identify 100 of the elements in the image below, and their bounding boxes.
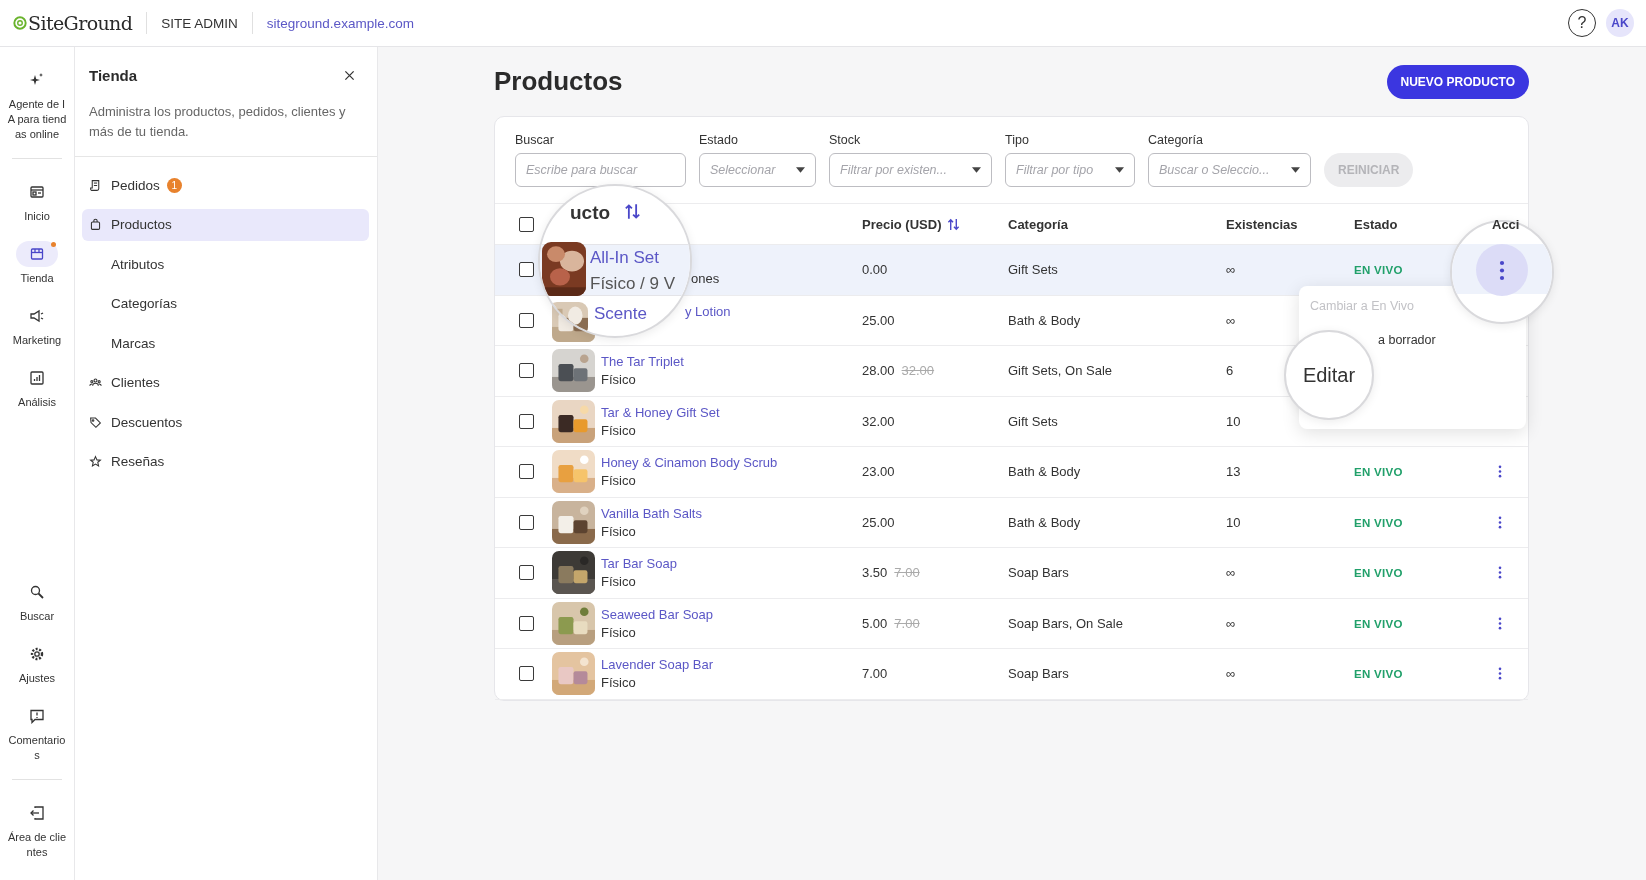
product-name-link[interactable]: Honey & Cinamon Body Scrub <box>601 455 778 471</box>
row-checkbox[interactable] <box>519 565 534 581</box>
rail-label[interactable]: Agente de IA para tiendas online <box>6 97 68 142</box>
rail-label[interactable]: Inicio <box>6 209 68 224</box>
stock-text: ∞ <box>1226 565 1236 581</box>
more-icon <box>1499 259 1505 281</box>
row-checkbox[interactable] <box>519 464 534 480</box>
more-icon <box>1498 515 1502 529</box>
old-price-text: 7.00 <box>894 615 920 631</box>
rail-label[interactable]: Área de clientes <box>6 830 68 860</box>
panel-nav-item[interactable]: Marcas <box>82 327 369 359</box>
logo-icon <box>13 16 27 30</box>
close-icon[interactable] <box>344 70 355 81</box>
product-name-link[interactable]: Tar & Honey Gift Set <box>601 404 720 420</box>
row-checkbox[interactable] <box>519 615 534 631</box>
category-text: Soap Bars <box>1008 666 1069 682</box>
exit-icon[interactable] <box>29 805 45 821</box>
product-type: Físico <box>601 675 637 691</box>
rail-item-highlight[interactable] <box>16 241 58 267</box>
home-icon[interactable] <box>29 184 45 200</box>
panel-title: Tienda <box>89 67 138 84</box>
rail-label[interactable]: Marketing <box>6 333 68 348</box>
sort-icon[interactable] <box>947 216 961 232</box>
product-type: ones <box>691 271 720 287</box>
gear-icon[interactable] <box>29 646 45 662</box>
tag-icon <box>89 415 102 429</box>
menu-item[interactable]: a borrador <box>1378 333 1436 347</box>
store-icon[interactable] <box>29 246 45 262</box>
row-checkbox[interactable] <box>519 312 534 328</box>
more-icon <box>1498 465 1502 479</box>
caret-icon <box>1291 167 1300 173</box>
stock-text: ∞ <box>1226 262 1236 278</box>
category-text: Gift Sets <box>1008 413 1058 429</box>
stock-text: 13 <box>1226 464 1241 480</box>
select-all-checkbox[interactable] <box>519 216 534 232</box>
row-checkbox[interactable] <box>519 262 534 278</box>
megaphone-icon[interactable] <box>29 308 45 324</box>
column-header: Existencias <box>1226 216 1298 232</box>
help-button[interactable]: ? <box>1568 9 1596 37</box>
status-text: EN VIVO <box>1354 617 1403 630</box>
stock-text: ∞ <box>1226 666 1236 682</box>
panel-nav-item[interactable]: Descuentos <box>82 406 369 438</box>
row-checkbox[interactable] <box>519 413 534 429</box>
menu-item[interactable]: Editar <box>1302 363 1356 387</box>
panel-nav-item[interactable]: Pedidos 1 <box>82 169 369 201</box>
product-name-link[interactable]: All-In Set <box>590 248 659 268</box>
stock-text: 10 <box>1226 514 1241 530</box>
column-header: Precio (USD) <box>862 216 942 232</box>
price-text: 7.00 <box>862 666 888 682</box>
panel-description: Administra los productos, pedidos, clientes y más de tu tienda. <box>89 103 347 141</box>
row-checkbox[interactable] <box>519 666 534 682</box>
filter-label: Stock <box>829 133 862 147</box>
category-text: Bath & Body <box>1008 464 1081 480</box>
category-text: Soap Bars <box>1008 565 1069 581</box>
product-type: Físico <box>601 574 637 590</box>
chart-icon[interactable] <box>29 370 45 386</box>
product-name-link[interactable]: Tar Bar Soap <box>601 556 677 572</box>
caret-icon <box>1115 167 1124 173</box>
rail-label[interactable]: Tienda <box>6 271 68 286</box>
row-checkbox[interactable] <box>519 363 534 379</box>
search-field[interactable]: Escribe para buscar <box>515 153 686 187</box>
price-text: 0.00 <box>862 262 888 278</box>
panel-nav-item[interactable]: Productos <box>82 208 369 241</box>
logo-text[interactable]: SiteGround <box>28 12 133 34</box>
sort-icon[interactable] <box>624 201 641 222</box>
product-name-link[interactable]: Vanilla Bath Salts <box>601 505 702 521</box>
product-type: Físico / 9 V <box>590 274 676 294</box>
site-link[interactable]: siteground.example.com <box>266 15 414 31</box>
star-icon <box>89 455 102 468</box>
rail-label[interactable]: Comentarios <box>6 733 68 763</box>
product-name-link[interactable]: Seaweed Bar Soap <box>601 606 714 622</box>
bag-icon <box>89 218 102 231</box>
search-icon[interactable] <box>29 584 45 600</box>
more-icon <box>1498 566 1502 580</box>
product-name-link[interactable]: y Lotion <box>685 303 731 319</box>
status-text: EN VIVO <box>1354 668 1403 681</box>
feedback-icon[interactable] <box>29 708 45 724</box>
product-name-link[interactable]: The Tar Triplet <box>601 354 684 370</box>
panel-nav-item[interactable]: Reseñas <box>82 445 369 478</box>
product-name-link[interactable]: Scente <box>594 304 647 324</box>
rail-label[interactable]: Ajustes <box>6 671 68 686</box>
panel-nav-item[interactable]: Clientes <box>82 366 369 399</box>
product-name-link[interactable]: Lavender Soap Bar <box>601 657 714 673</box>
people-icon <box>89 376 102 389</box>
user-avatar[interactable]: AK <box>1606 9 1634 37</box>
category-text: Soap Bars, On Sale <box>1008 615 1123 631</box>
product-type: Físico <box>601 473 637 489</box>
row-checkbox[interactable] <box>519 514 534 530</box>
receipt-icon <box>89 178 102 192</box>
filter-label: Categoría <box>1148 133 1204 147</box>
category-text: Bath & Body <box>1008 312 1081 328</box>
panel-nav-item[interactable]: Categorías <box>82 287 369 320</box>
column-header: ucto <box>570 202 611 224</box>
status-text: EN VIVO <box>1354 516 1403 529</box>
new-product-button[interactable]: NUEVO PRODUCTO <box>1386 64 1529 99</box>
rail-label[interactable]: Buscar <box>6 609 68 624</box>
rail-label[interactable]: Análisis <box>6 395 68 410</box>
panel-nav-item[interactable]: Atributos <box>82 248 369 280</box>
status-text: EN VIVO <box>1354 466 1403 479</box>
product-type: Físico <box>601 422 637 438</box>
